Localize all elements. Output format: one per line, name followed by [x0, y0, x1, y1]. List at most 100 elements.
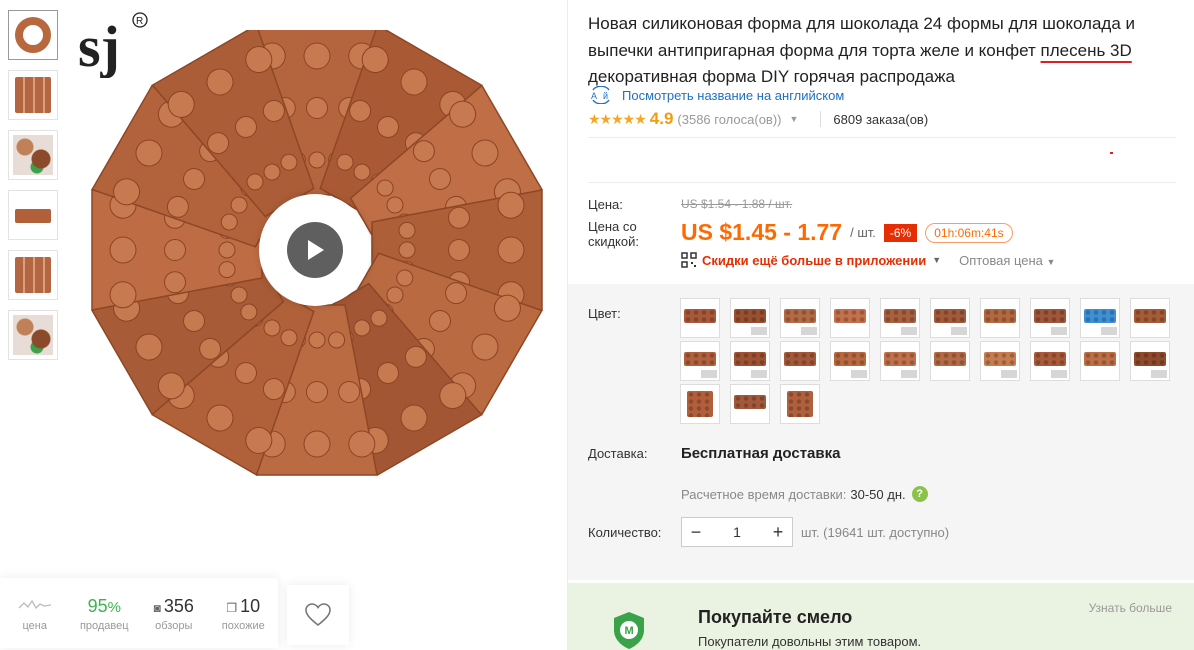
play-video-button[interactable] — [259, 194, 371, 306]
thumbnail-1[interactable] — [8, 10, 58, 60]
color-swatch[interactable] — [1080, 341, 1120, 381]
thumbnail-list — [8, 10, 58, 370]
similar-stat[interactable]: ❐ 10 похожие — [209, 594, 279, 632]
similar-label: похожие — [221, 620, 265, 632]
price-trend-icon — [0, 594, 70, 618]
rating-row: ★★★★★ 4.9 (3586 голоса(ов)) ▼ 6809 заказ… — [588, 109, 928, 129]
rating-value: 4.9 — [649, 109, 674, 128]
color-swatch[interactable] — [780, 384, 820, 424]
color-swatch[interactable] — [1030, 341, 1070, 381]
thumbnail-3[interactable] — [8, 130, 58, 180]
color-swatch[interactable] — [730, 384, 770, 424]
reviews-stat[interactable]: ◙ 356 обзоры — [139, 594, 209, 632]
buyer-protection-panel: M Покупайте смело Покупатели довольны эт… — [568, 583, 1194, 650]
color-swatch[interactable] — [730, 298, 770, 338]
seller-rating-value: 95 — [87, 596, 108, 616]
color-swatch[interactable] — [880, 341, 920, 381]
buyer-protection-title: Покупайте смело — [698, 607, 853, 627]
wishlist-button[interactable] — [287, 585, 349, 645]
price-unit: / шт. — [850, 225, 876, 240]
quantity-label: Количество: — [588, 525, 662, 540]
color-swatch[interactable] — [680, 384, 720, 424]
chevron-down-icon[interactable]: ▼ — [789, 114, 798, 124]
color-swatch[interactable] — [680, 298, 720, 338]
delivery-days: 30-50 дн. — [850, 486, 906, 502]
divider — [588, 182, 1176, 183]
color-swatch[interactable] — [730, 341, 770, 381]
help-icon[interactable]: ? — [911, 486, 928, 502]
similar-count: 10 — [240, 596, 261, 616]
price-trend-stat[interactable]: цена — [0, 594, 70, 632]
color-swatch-list — [680, 298, 1180, 427]
thumbnail-6[interactable] — [8, 310, 58, 360]
original-price: US $1.54 - 1.88 / шт. — [681, 197, 793, 211]
thumbnail-4[interactable] — [8, 190, 58, 240]
color-swatch[interactable] — [1130, 298, 1170, 338]
thumbnail-5[interactable] — [8, 250, 58, 300]
shield-icon: M — [614, 612, 644, 649]
product-title: Новая силиконовая форма для шоколада 24 … — [588, 14, 1136, 86]
orders-count: 6809 заказа(ов) — [833, 111, 929, 127]
decrease-button[interactable]: − — [682, 518, 710, 546]
color-swatch[interactable] — [930, 341, 970, 381]
color-swatch[interactable] — [1030, 298, 1070, 338]
options-panel: Цвет: Доставка: Бесплатная доставка Расч… — [568, 284, 1194, 580]
color-label: Цвет: — [588, 306, 621, 321]
decorative-mark — [1110, 152, 1113, 154]
color-swatch[interactable] — [680, 341, 720, 381]
price-label: Цена: — [588, 197, 623, 212]
color-swatch[interactable] — [880, 298, 920, 338]
countdown-timer: 01h:06m:41s — [925, 222, 1013, 243]
star-rating-icon: ★★★★★ — [588, 110, 647, 127]
color-swatch[interactable] — [980, 341, 1020, 381]
heart-icon — [305, 603, 331, 627]
reviews-count: 356 — [163, 596, 194, 616]
shipping-label: Доставка: — [588, 446, 648, 461]
increase-button[interactable]: + — [764, 518, 792, 546]
stock-available: шт. (19641 шт. доступно) — [801, 525, 950, 540]
qr-code-icon — [681, 252, 697, 268]
svg-text:M: M — [625, 625, 634, 637]
color-swatch[interactable] — [830, 298, 870, 338]
app-discount-link[interactable]: Скидки ещё больше в приложении — [702, 253, 926, 268]
title-highlight: плесень 3D — [1040, 40, 1132, 60]
color-swatch[interactable] — [780, 341, 820, 381]
color-swatch[interactable] — [830, 341, 870, 381]
price-row: US $1.45 - 1.77 / шт. -6% 01h:06m:41s — [681, 219, 1013, 246]
reviews-label: обзоры — [155, 620, 193, 632]
translate-label: Посмотреть название на английском — [622, 87, 845, 103]
color-swatch[interactable] — [980, 298, 1020, 338]
quantity-input[interactable] — [710, 518, 764, 546]
buyer-protection-subtitle: Покупатели довольны этим товаром. — [698, 634, 922, 649]
wholesale-price-link[interactable]: Оптовая цена ▼ — [959, 253, 1055, 268]
svg-text:A: A — [591, 91, 597, 101]
seller-rating-unit: % — [107, 599, 121, 616]
svg-text:й: й — [603, 91, 608, 101]
free-shipping[interactable]: Бесплатная доставка — [681, 445, 840, 462]
color-swatch[interactable] — [780, 298, 820, 338]
color-swatch[interactable] — [1130, 341, 1170, 381]
play-icon — [287, 222, 343, 278]
learn-more-link[interactable]: Узнать больше — [1089, 601, 1172, 615]
current-price: US $1.45 - 1.77 — [681, 219, 843, 245]
votes-count[interactable]: (3586 голоса(ов)) — [677, 112, 781, 127]
translate-title-link[interactable]: Aй Посмотреть название на английском — [588, 86, 844, 104]
price-trend-label: цена — [22, 620, 48, 632]
color-swatch[interactable] — [1080, 298, 1120, 338]
translate-icon: Aй — [591, 86, 610, 104]
color-swatch[interactable] — [930, 298, 970, 338]
copy-icon: ❐ — [226, 601, 238, 615]
product-stats-bar: цена 95% продавец ◙ 356 обзоры ❐ 10 похожи… — [0, 578, 278, 648]
thumbnail-2[interactable] — [8, 70, 58, 120]
delivery-estimate: Расчетное время доставки: 30-50 дн. ? — [681, 486, 928, 502]
divider — [820, 111, 822, 127]
camera-icon: ◙ — [153, 601, 161, 615]
discount-price-label: Цена со скидкой: — [588, 219, 639, 249]
app-promo-row: Скидки ещё больше в приложении ▼ Оптовая… — [681, 252, 1055, 268]
divider — [588, 137, 1176, 138]
quantity-stepper: − + — [681, 517, 793, 547]
svg-text:R: R — [136, 16, 143, 27]
seller-rating-stat[interactable]: 95% продавец — [70, 594, 140, 632]
caret-down-icon[interactable]: ▼ — [932, 255, 941, 265]
seller-rating-label: продавец — [79, 620, 129, 632]
